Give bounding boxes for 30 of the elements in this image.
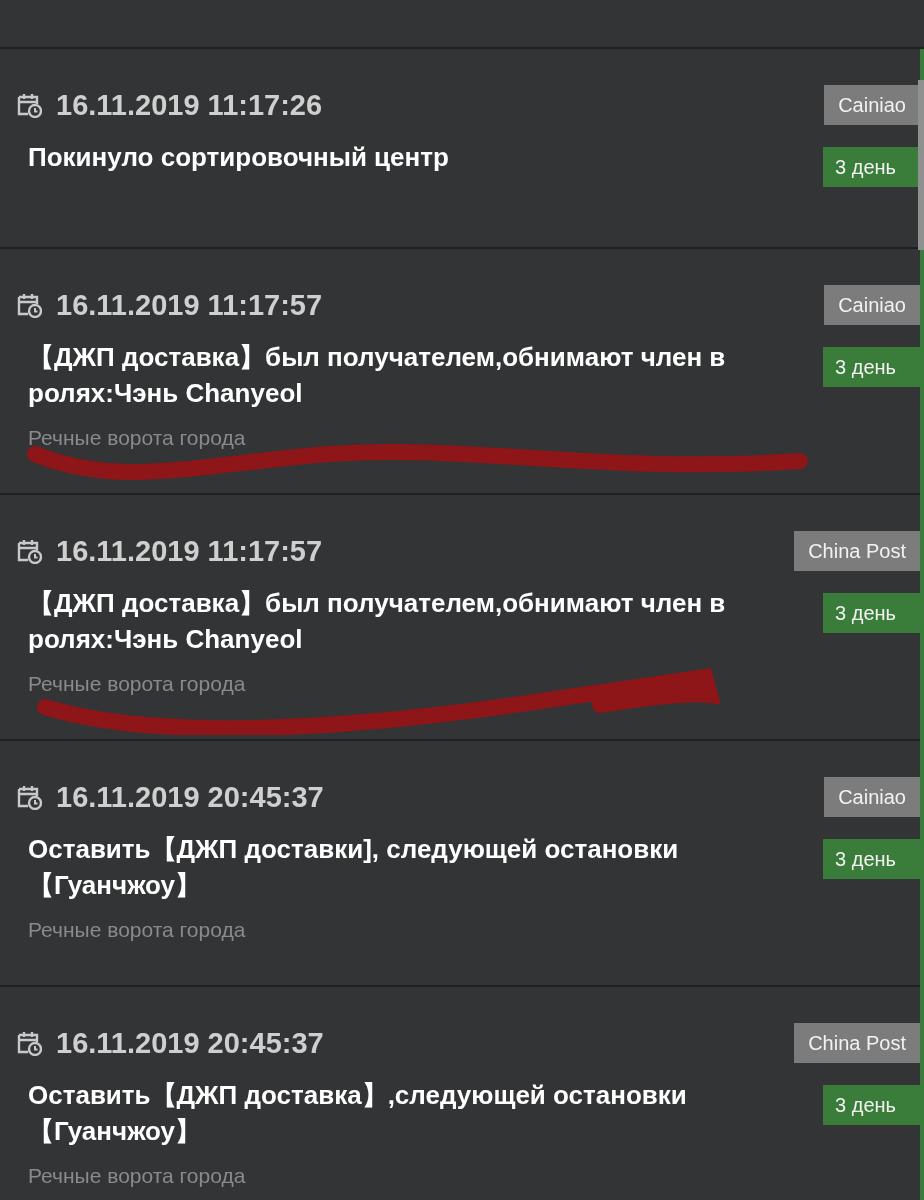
- days-tag: 3 день: [823, 593, 920, 633]
- event-time: 16.11.2019 20:45:37: [56, 1026, 324, 1060]
- event-description: 【ДЖП доставка】был получателем,обнимают член в ролях:Чэнь Chanyeol: [27, 341, 727, 410]
- carrier-tag: China Post: [794, 531, 920, 571]
- calendar-clock-icon: [16, 784, 42, 810]
- event-description: Оставить【ДЖП доставка】,следующей остановки【Гуанчжоу】: [27, 1079, 688, 1148]
- event-time: 16.11.2019 11:17:57: [56, 534, 323, 568]
- carrier-tag: Cainiao: [824, 285, 920, 325]
- calendar-clock-icon: [16, 538, 42, 564]
- event-time: 16.11.2019 20:45:37: [56, 780, 324, 814]
- carrier-tag: China Post: [794, 1023, 920, 1063]
- days-tag: 3 день: [823, 1085, 920, 1125]
- event-location: Речные ворота города: [27, 917, 247, 943]
- calendar-clock-icon: [16, 1030, 42, 1056]
- days-tag: 3 день: [823, 347, 920, 387]
- carrier-tag: Cainiao: [824, 777, 920, 817]
- calendar-clock-icon: [16, 292, 42, 318]
- event-location: Речные ворота города: [27, 671, 247, 697]
- scrollbar[interactable]: [918, 80, 924, 250]
- days-tag: 3 день: [823, 839, 920, 879]
- event-time: 16.11.2019 11:17:57: [56, 288, 323, 322]
- event-description: 【ДЖП доставка】был получателем,обнимают член в ролях:Чэнь Chanyeol: [27, 587, 727, 656]
- event-description: Покинуло сортировочный центр: [27, 141, 449, 174]
- event-time: 16.11.2019 11:17:26: [56, 88, 323, 122]
- calendar-clock-icon: [16, 92, 42, 118]
- event-description: Оставить【ДЖП доставки], следующей остановки【Гуанчжоу】: [27, 833, 680, 902]
- carrier-tag: Cainiao: [824, 85, 920, 125]
- event-location: Речные ворота города: [27, 425, 247, 451]
- days-tag: 3 день: [823, 147, 920, 187]
- event-location: Речные ворота города: [27, 1163, 247, 1189]
